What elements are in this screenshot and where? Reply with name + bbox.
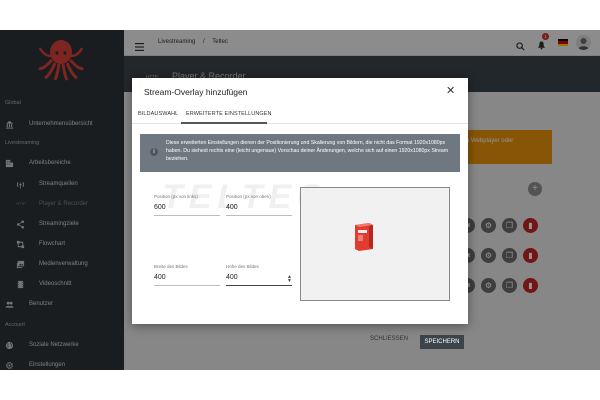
tab-erweiterte-einstellungen[interactable]: ERWEITERTE EINSTELLUNGEN [186,111,272,117]
save-button[interactable]: SPEICHERN [420,335,464,349]
height-label: Höhe des Bildes [226,264,259,269]
position-x-field: Position (px von links) [154,194,220,216]
position-x-input[interactable] [154,204,214,211]
position-y-label: Position (px von oben) [226,194,271,199]
close-button[interactable]: SCHLIESSEN [370,336,408,342]
tab-bildauswahl[interactable]: BILDAUSWAHL [138,111,178,117]
info-icon: i [150,148,158,156]
overlay-preview [300,187,450,301]
height-input[interactable] [226,274,286,281]
position-x-label: Position (px von links) [154,194,198,199]
width-field: Breite des Bildes [154,264,220,286]
info-text: Diese erweiterten Einstellungen dienen d… [166,140,449,162]
close-icon[interactable]: ✕ [446,84,455,97]
height-field: Höhe des Bildes ▲▼ [226,264,292,286]
active-tab-indicator [181,122,267,124]
product-box-image [355,223,373,251]
dialog-tabs: BILDAUSWAHL ERWEITERTE EINSTELLUNGEN [132,108,468,124]
stream-overlay-dialog: Stream-Overlay hinzufügen ✕ BILDAUSWAHL … [132,78,468,349]
width-input[interactable] [154,274,214,281]
info-box: i Diese erweiterten Einstellungen dienen… [140,134,460,172]
number-stepper-icon[interactable]: ▲ ▼ [287,275,292,284]
dialog-title: Stream-Overlay hinzufügen [144,87,248,97]
app-frame: Global Unternehmensübersicht Livestreami… [0,30,600,370]
position-y-input[interactable] [226,204,286,211]
width-label: Breite des Bildes [154,264,188,269]
position-y-field: Position (px von oben) [226,194,292,216]
